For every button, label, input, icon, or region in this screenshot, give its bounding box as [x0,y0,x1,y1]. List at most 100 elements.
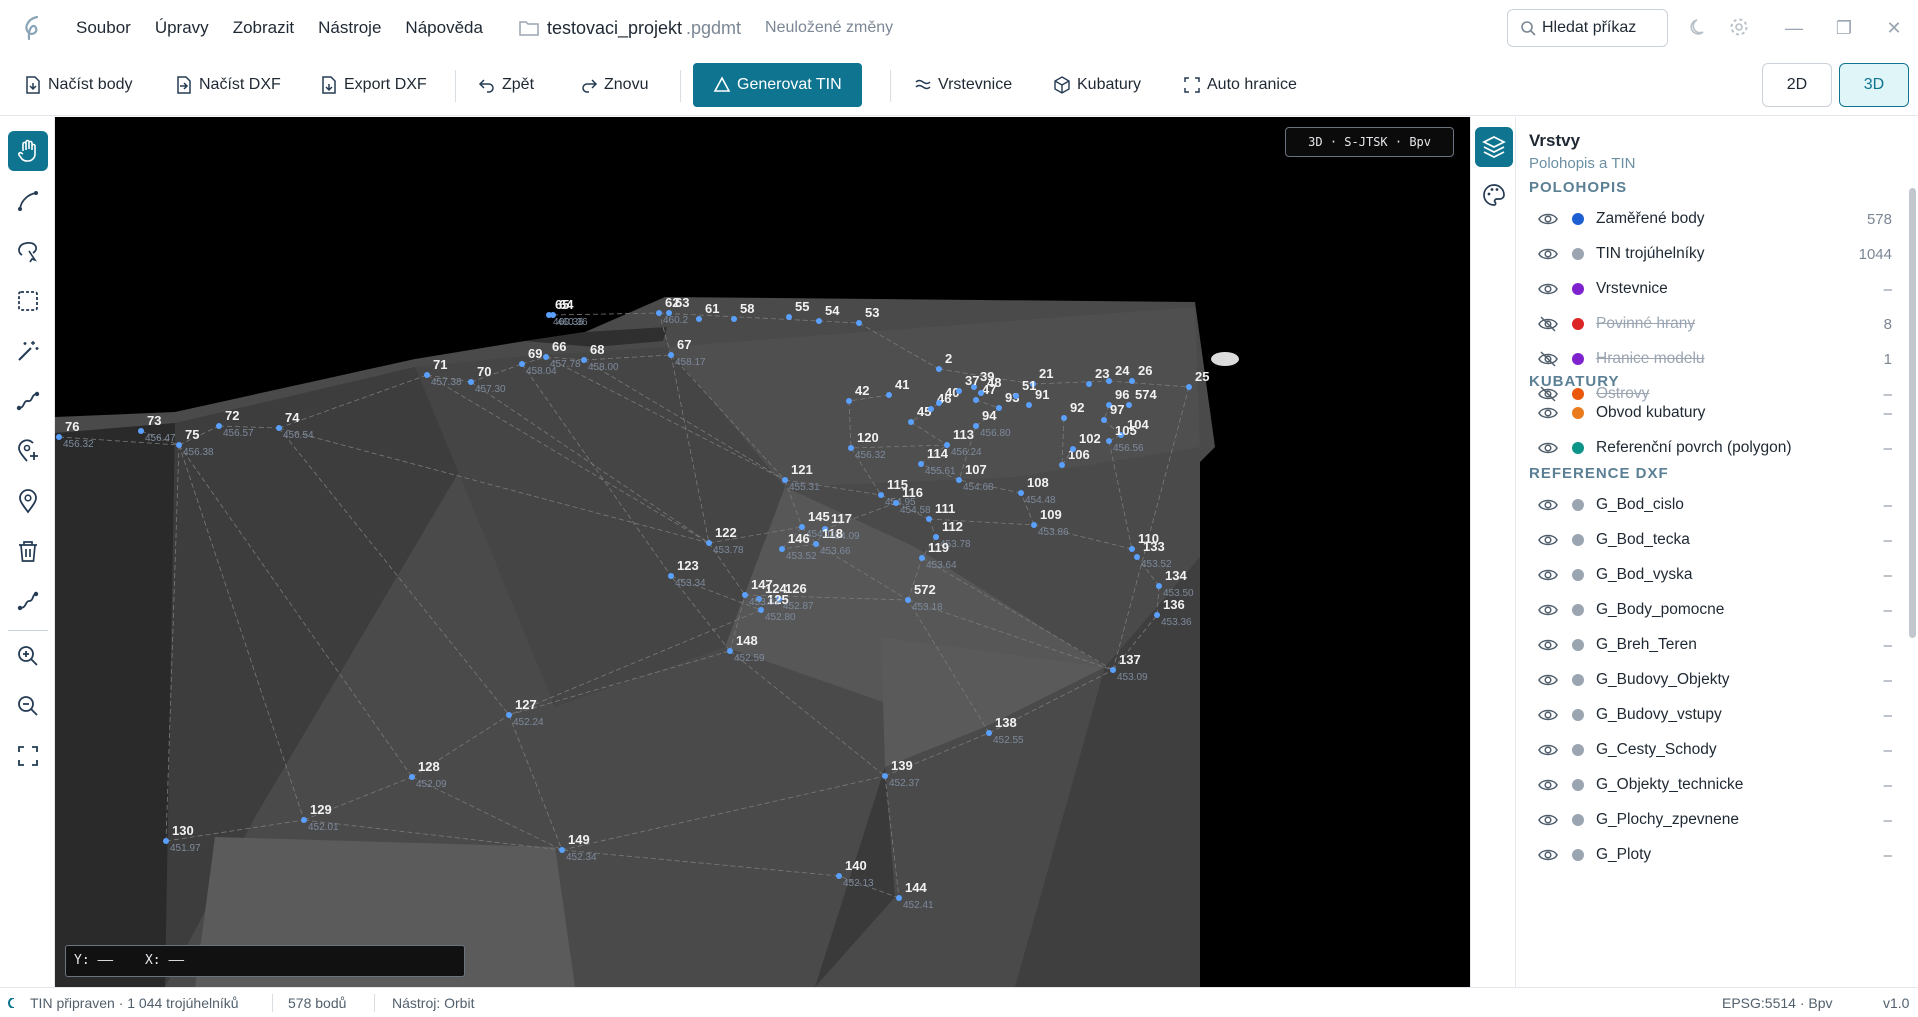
tin-surface[interactable]: 76 456.32 73 456.47 75 456.38 72 456.57 74 456.54… [55,117,1470,987]
menu-file[interactable]: Soubor [76,18,131,38]
menu-view[interactable]: Zobrazit [233,18,294,38]
survey-point[interactable] [886,392,892,398]
dense-point-cluster[interactable] [1211,352,1239,366]
layer-row[interactable]: Hranice modelu 1 [1516,342,1904,376]
layer-row[interactable]: Obvod kubatury – [1516,396,1904,430]
view-3d-button[interactable]: 3D [1839,63,1909,107]
survey-point[interactable] [176,442,182,448]
survey-point[interactable] [56,434,62,440]
layer-row[interactable]: Zaměřené body 578 [1516,202,1904,236]
survey-point[interactable] [1031,522,1037,528]
layer-row[interactable]: Referenční povrch (polygon) – [1516,431,1904,465]
dark-mode-moon-icon[interactable] [1688,16,1710,38]
layer-row[interactable]: G_Plochy_zpevnene – [1516,803,1904,837]
survey-point[interactable] [905,597,911,603]
style-tab[interactable] [1475,175,1513,215]
survey-point[interactable] [846,398,852,404]
volumes-button[interactable]: Kubatury [1053,64,1141,106]
pan-hand-tool[interactable] [8,131,48,171]
eye-off-icon[interactable] [1538,349,1558,369]
survey-point[interactable] [543,354,549,360]
survey-point[interactable] [656,310,662,316]
survey-point[interactable] [986,730,992,736]
view-2d-button[interactable]: 2D [1762,63,1832,107]
survey-point[interactable] [668,352,674,358]
eye-icon[interactable] [1538,600,1558,620]
survey-point[interactable] [928,406,934,412]
survey-point[interactable] [893,500,899,506]
settings-gear-icon[interactable] [1728,16,1750,38]
survey-point[interactable] [163,838,169,844]
rectangle-select-tool[interactable] [8,281,48,321]
survey-point[interactable] [896,895,902,901]
survey-point[interactable] [1129,378,1135,384]
survey-point[interactable] [1059,462,1065,468]
survey-point[interactable] [1129,546,1135,552]
redo-button[interactable]: Znovu [580,64,648,106]
survey-point[interactable] [1110,667,1116,673]
layer-row[interactable]: G_Objekty_technicke – [1516,768,1904,802]
survey-point[interactable] [1061,415,1067,421]
delete-tool[interactable] [8,531,48,571]
layer-row[interactable]: G_Budovy_Objekty – [1516,663,1904,697]
load-dxf-button[interactable]: Načíst DXF [175,64,281,106]
survey-point[interactable] [216,423,222,429]
zoom-in-button[interactable] [8,636,48,676]
auto-boundary-button[interactable]: Auto hranice [1183,64,1297,106]
eye-icon[interactable] [1538,438,1558,458]
layer-row[interactable]: Vrstevnice – [1516,272,1904,306]
survey-point[interactable] [731,316,737,322]
survey-point[interactable] [1101,417,1107,423]
survey-point[interactable] [944,442,950,448]
survey-point[interactable] [1013,393,1019,399]
eye-icon[interactable] [1538,530,1558,550]
survey-point[interactable] [581,357,587,363]
magic-wand-tool[interactable] [8,331,48,371]
survey-point[interactable] [706,540,712,546]
eye-icon[interactable] [1538,845,1558,865]
survey-point[interactable] [973,423,979,429]
menu-tools[interactable]: Nástroje [318,18,381,38]
generate-tin-button[interactable]: Generovat TIN [693,63,862,107]
survey-point[interactable] [468,379,474,385]
eye-icon[interactable] [1538,740,1558,760]
survey-point[interactable] [696,316,702,322]
survey-point[interactable] [1086,381,1092,387]
minimize-window-icon[interactable]: — [1780,14,1808,42]
eye-icon[interactable] [1538,244,1558,264]
command-search-button[interactable]: Hledat příkaz [1507,9,1668,47]
survey-point[interactable] [1126,402,1132,408]
survey-point[interactable] [301,817,307,823]
eye-icon[interactable] [1538,495,1558,515]
survey-point[interactable] [919,555,925,561]
survey-point[interactable] [138,428,144,434]
survey-point[interactable] [813,541,819,547]
eye-icon[interactable] [1538,705,1558,725]
point-info-tool[interactable] [8,481,48,521]
survey-point[interactable] [666,310,672,316]
layer-row[interactable]: G_Bod_tecka – [1516,523,1904,557]
eye-icon[interactable] [1538,635,1558,655]
layer-row[interactable]: Povinné hrany 8 [1516,307,1904,341]
layer-row[interactable]: G_Cesty_Schody – [1516,733,1904,767]
undo-button[interactable]: Zpět [478,64,534,106]
survey-point[interactable] [1070,446,1076,452]
survey-point[interactable] [908,419,914,425]
eye-icon[interactable] [1538,775,1558,795]
survey-point[interactable] [276,425,282,431]
survey-point[interactable] [856,320,862,326]
survey-point[interactable] [996,405,1002,411]
layer-row[interactable]: G_Budovy_vstupy – [1516,698,1904,732]
survey-point[interactable] [799,524,805,530]
survey-point[interactable] [786,314,792,320]
survey-point[interactable] [742,592,748,598]
survey-point[interactable] [506,712,512,718]
menu-help[interactable]: Nápověda [405,18,483,38]
survey-point[interactable] [1026,402,1032,408]
survey-point[interactable] [936,400,942,406]
survey-point[interactable] [978,390,984,396]
eye-icon[interactable] [1538,403,1558,423]
survey-point[interactable] [1106,438,1112,444]
breakline-tool[interactable] [8,381,48,421]
survey-point[interactable] [956,477,962,483]
